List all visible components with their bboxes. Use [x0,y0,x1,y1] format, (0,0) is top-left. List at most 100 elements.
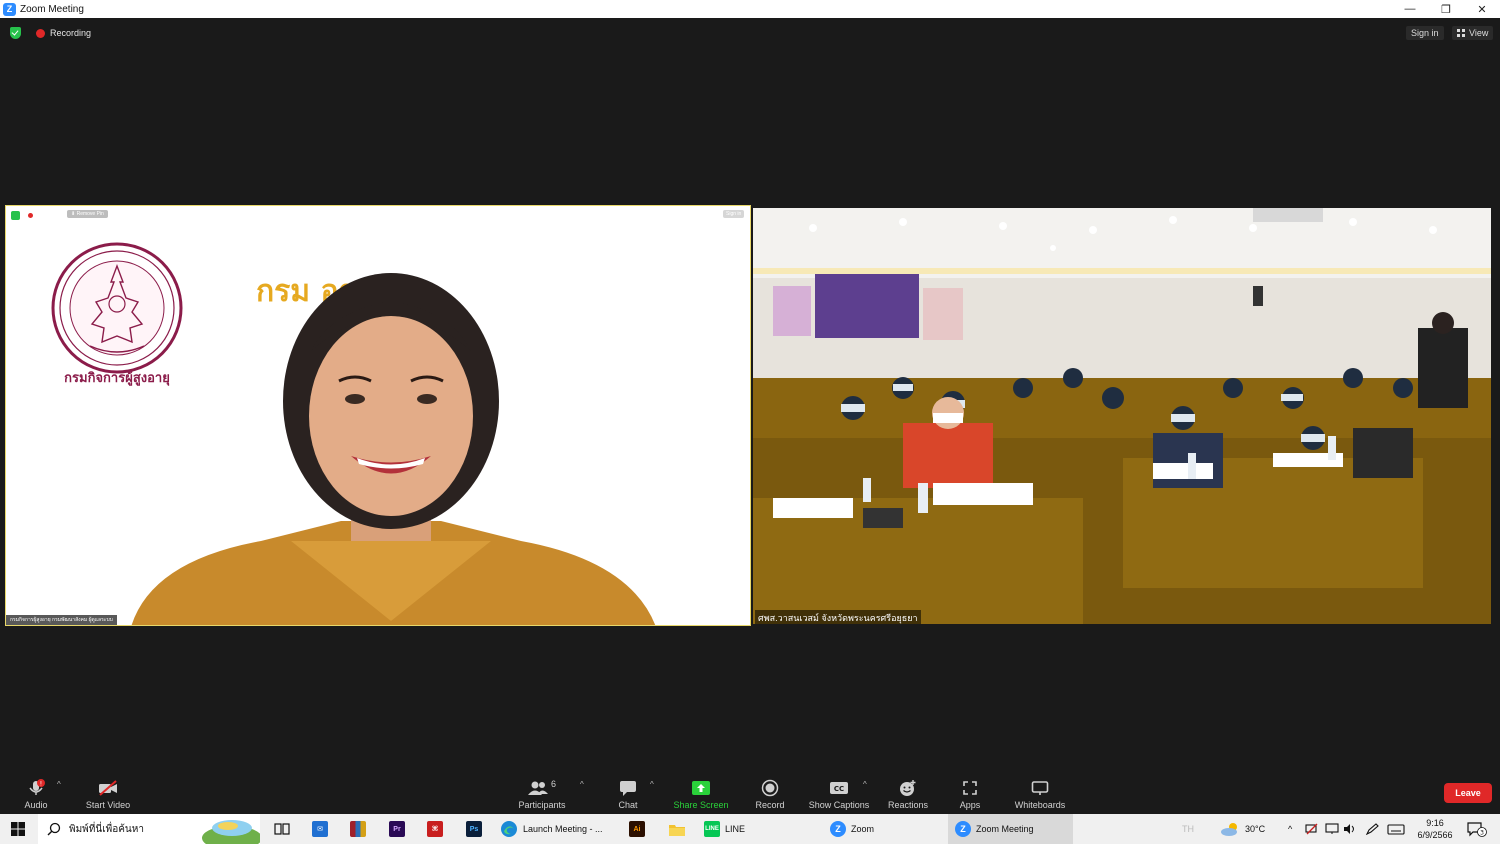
search-icon [47,822,61,836]
recording-dot-icon [36,28,45,38]
recording-label: Recording [50,28,92,38]
restore-button[interactable]: ❐ [1428,0,1464,18]
apps-button[interactable]: Apps [952,772,988,814]
acrobat-app-icon[interactable]: ⌘ [427,814,443,844]
start-video-label: Start Video [85,800,131,810]
mail-app-icon[interactable]: ✉ [312,814,328,844]
edge-browser-icon [501,821,517,837]
view-button[interactable]: View [1452,26,1494,40]
tile-recording-dot-icon [28,213,33,218]
clock-date: 6/9/2566 [1417,830,1453,840]
chat-label: Chat [618,800,638,810]
whiteboard-icon [1031,779,1049,797]
start-video-button[interactable]: Start Video [80,772,136,814]
record-label: Record [755,800,785,810]
meeting-toolbar: ! Audio ^ Start Video 6 Participants ^ C… [0,772,1500,814]
chat-caret-icon[interactable]: ^ [650,780,654,789]
audio-options-caret-icon[interactable]: ^ [57,780,61,789]
reactions-button[interactable]: Reactions [884,772,932,814]
taskbar-zoom-meeting[interactable]: Z Zoom Meeting [948,814,1073,844]
zoom-logo-icon: Z [3,2,16,16]
tile-sign-in-label: Sign in [723,210,745,218]
tray-clock[interactable]: 9:16 6/9/2566 [1412,814,1458,844]
search-highlight-image [202,820,260,844]
speaker-video-feed [131,273,656,625]
participants-button[interactable]: 6 Participants [515,772,569,814]
show-captions-label: Show Captions [808,800,870,810]
window-controls: — ❐ ✕ [1392,0,1500,18]
window-title: Zoom Meeting [20,3,84,15]
record-button[interactable]: Record [752,772,788,814]
tray-overflow-chevron-icon[interactable]: ^ [1288,814,1292,844]
taskbar-launch-meeting[interactable]: Launch Meeting - ... [500,814,618,844]
participants-caret-icon[interactable]: ^ [580,780,584,789]
meeting-topbar: Recording Sign in View [0,18,1500,48]
closed-captions-icon: CC [829,779,849,797]
share-screen-button[interactable]: Share Screen [670,772,732,814]
input-language[interactable]: TH [1182,814,1194,844]
participants-icon: 6 [527,779,556,797]
tray-volume-icon[interactable] [1343,814,1357,844]
remove-pin-button[interactable]: ⬇ Remove Pin [67,210,108,218]
notification-center-icon[interactable]: 3 [1467,814,1487,844]
illustrator-app-icon[interactable]: Ai [629,814,645,844]
show-captions-button[interactable]: CC Show Captions [805,772,873,814]
classroom-name-label: ศพส.วาสนเวสม์ จังหวัดพระนครศรีอยุธยา [755,610,921,624]
tray-network-icon[interactable] [1305,814,1319,844]
apps-icon [962,779,978,797]
share-screen-label: Share Screen [673,800,729,810]
whiteboards-button[interactable]: Whiteboards [1010,772,1070,814]
video-off-icon [97,779,119,797]
view-label: View [1469,28,1489,38]
taskbar-zoom[interactable]: Z Zoom [830,814,945,844]
speaker-name-label: กรมกิจการผู้สูงอายุ กรมพัฒนาสังคม ผู้ดูแ… [6,615,117,625]
svg-text:CC: CC [834,785,844,793]
classroom-video-feed [753,208,1491,624]
clock-time: 9:16 [1426,818,1444,828]
encryption-shield-icon[interactable] [10,27,21,39]
video-tile-speaker[interactable]: ⬇ Remove Pin Sign in กรมกิจการผู้สูงอายุ… [5,205,751,626]
video-tile-classroom[interactable]: ศพส.วาสนเวสม์ จังหวัดพระนครศรีอยุธยา [753,208,1491,624]
sign-in-button[interactable]: Sign in [1406,26,1444,40]
captions-caret-icon[interactable]: ^ [863,780,867,789]
zoom-app: Z Zoom Meeting — ❐ ✕ Recording Sign in V… [0,0,1500,844]
tray-pen-icon[interactable] [1365,814,1379,844]
record-icon [761,779,779,797]
reactions-label: Reactions [887,800,929,810]
whiteboards-label: Whiteboards [1014,800,1066,810]
apps-label: Apps [959,800,981,810]
tile-shield-icon [11,211,20,220]
participant-count: 6 [550,779,556,789]
photoshop-app-icon[interactable]: Ps [466,814,482,844]
smiley-reaction-icon [899,779,917,797]
chat-button[interactable]: Chat [612,772,644,814]
search-placeholder: พิมพ์ที่นี่เพื่อค้นหา [69,823,144,835]
premiere-app-icon[interactable]: Pr [389,814,405,844]
weather-widget[interactable]: 30°C [1220,814,1265,844]
tray-keyboard-icon[interactable] [1387,814,1405,844]
minimize-button[interactable]: — [1392,0,1428,18]
taskbar-search-box[interactable]: พิมพ์ที่นี่เพื่อค้นหา [38,814,260,844]
audio-label: Audio [24,800,48,810]
chat-bubble-icon [619,779,637,797]
svg-text:3: 3 [1480,830,1484,837]
close-button[interactable]: ✕ [1464,0,1500,18]
task-view-icon[interactable] [274,814,290,844]
start-button[interactable] [10,814,26,844]
participants-label: Participants [518,800,566,810]
windows-taskbar: พิมพ์ที่นี่เพื่อค้นหา ✉ Pr ⌘ Ps Launch M… [0,814,1500,844]
taskbar-line[interactable]: LINE LINE [704,814,819,844]
microphone-icon: ! [27,779,45,797]
share-screen-icon [691,779,711,797]
recording-indicator[interactable]: Recording [36,28,91,38]
leave-button[interactable]: Leave [1444,783,1492,803]
cloud-weather-icon [1221,823,1237,836]
winrar-app-icon[interactable] [350,814,366,844]
tray-display-icon[interactable] [1325,814,1339,844]
windows-logo-icon [11,822,25,836]
window-titlebar: Z Zoom Meeting — ❐ ✕ [0,0,1500,18]
svg-text:!: ! [40,781,42,788]
audio-button[interactable]: ! Audio [18,772,54,814]
grid-view-icon [1457,29,1465,37]
file-explorer-icon[interactable] [668,814,686,844]
